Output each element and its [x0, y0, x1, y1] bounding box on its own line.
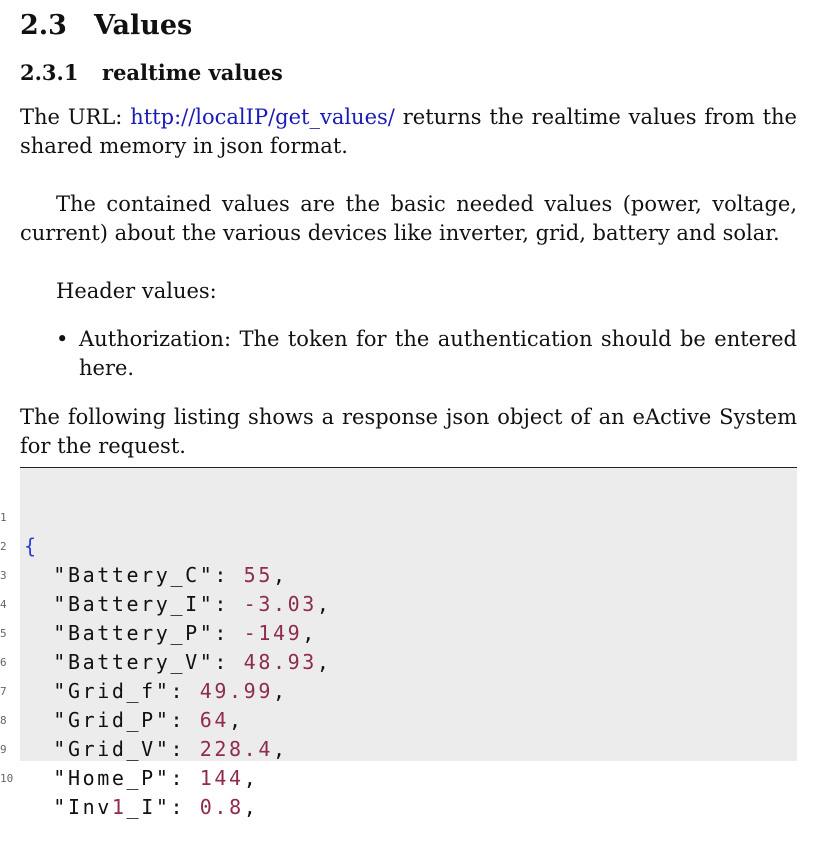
subsection-heading: 2.3.1 realtime values [20, 60, 283, 85]
line-number: 8 [0, 714, 7, 727]
line-number: 4 [0, 598, 7, 611]
json-key-part: _I [126, 795, 156, 819]
code-line: 9 "Home_P": 144, [0, 706, 256, 790]
line-number: 7 [0, 685, 7, 698]
code-line: 10 "Inv1_I": 0.8, [0, 735, 256, 819]
subsection-title: realtime values [102, 60, 283, 85]
json-value: -3.03 [243, 592, 317, 616]
section-heading: 2.3 Values [20, 10, 192, 41]
code-line: 8 "Grid_V": 228.4, [0, 677, 285, 761]
json-key: Battery_V [67, 650, 200, 674]
url-paragraph-lead: The URL: [20, 105, 131, 129]
json-value: -149 [243, 621, 303, 645]
code-line: 3 "Battery_I": -3.03, [0, 532, 329, 616]
authorization-item-text: Authorization: The token for the authent… [79, 327, 797, 380]
json-key: Battery_I [67, 592, 200, 616]
json-value: 228.4 [199, 737, 273, 761]
listing-intro-paragraph: The following listing shows a response j… [20, 405, 797, 458]
contained-values-paragraph: The contained values are the basic neede… [20, 192, 797, 245]
line-number: 10 [0, 772, 14, 785]
json-key: Inv1_I [68, 795, 156, 819]
line-number: 6 [0, 656, 7, 669]
json-key: Grid_f [67, 679, 156, 703]
json-value: 49.99 [199, 679, 273, 703]
bullet-icon: • [56, 327, 69, 351]
json-key: Grid_V [67, 737, 156, 761]
header-values-list: • Authorization: The token for the authe… [56, 325, 797, 383]
code-line: 7 "Grid_P": 64, [0, 648, 241, 732]
json-value: 55 [243, 563, 273, 587]
line-number: 2 [0, 540, 7, 553]
url-paragraph: The URL: http://localIP/get_values/ retu… [20, 103, 797, 161]
line-number: 9 [0, 743, 7, 756]
code-line: 6 "Grid_f": 49.99, [0, 619, 285, 703]
code-line: 2 "Battery_C": 55, [0, 503, 285, 587]
json-listing: 1 { 2 "Battery_C": 55, 3 "Battery_I": -3… [0, 468, 797, 819]
json-key: Battery_P [67, 621, 200, 645]
json-value: 144 [199, 766, 244, 790]
json-key-part: Inv [67, 795, 112, 819]
code-line: 5 "Battery_V": 48.93, [0, 590, 329, 674]
section-number: 2.3 [20, 10, 67, 41]
get-values-link[interactable]: http://localIP/get_values/ [130, 105, 395, 129]
json-key: Grid_P [67, 708, 156, 732]
line-number: 3 [0, 569, 7, 582]
json-key: Home_P [67, 766, 156, 790]
json-value: 64 [199, 708, 230, 732]
section-title: Values [94, 10, 193, 41]
json-key-digit: 1 [111, 795, 127, 819]
json-value: 48.93 [243, 650, 317, 674]
line-number: 5 [0, 627, 7, 640]
line-number: 1 [0, 511, 7, 524]
subsection-number: 2.3.1 [20, 60, 79, 85]
code-line: 4 "Battery_P": -149, [0, 561, 314, 645]
code-line: 1 { [0, 474, 79, 558]
header-values-paragraph: Header values: [56, 279, 217, 303]
list-item: • Authorization: The token for the authe… [56, 325, 797, 383]
json-value: 0.8 [199, 795, 244, 819]
json-key: Battery_C [67, 563, 200, 587]
